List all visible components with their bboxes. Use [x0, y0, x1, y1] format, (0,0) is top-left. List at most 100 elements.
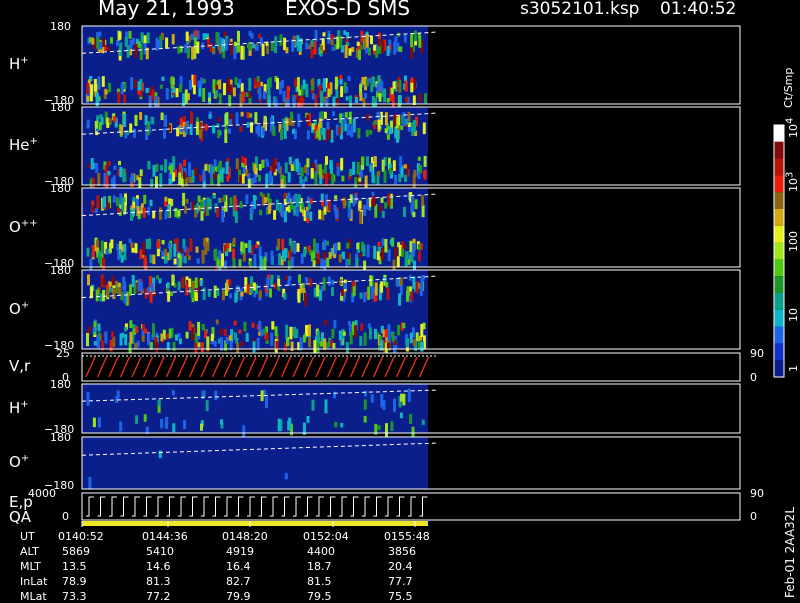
panel-0-pixel — [170, 76, 174, 89]
ephemeris-cell: 13.5 — [62, 560, 87, 573]
panel-3-pixel — [234, 292, 238, 303]
ephemeris-cell: 75.5 — [388, 590, 413, 603]
panel-5-pixel — [334, 421, 338, 428]
panel-2-pixel — [295, 208, 299, 217]
panel-1-pixel — [146, 124, 150, 136]
panel-2-pixel — [255, 244, 259, 249]
panel-0-pixel — [130, 77, 134, 90]
panel-1-pixel — [383, 170, 387, 183]
panel-5-pixel — [205, 400, 209, 412]
panel-1-pixel — [300, 167, 304, 177]
panel-3-pixel — [149, 341, 153, 349]
panel-0-pixel — [128, 31, 132, 39]
panel-3-pixel — [265, 332, 269, 341]
panel-5-pixel — [92, 417, 96, 428]
panel-1-pixel — [199, 174, 203, 182]
panel-2-pixel — [307, 203, 311, 210]
panel-0-pixel — [260, 81, 263, 87]
panel-3-pixel — [102, 278, 106, 285]
panel-1-pixel — [306, 114, 310, 125]
panel-1-pixel — [403, 164, 407, 169]
panel-3-pixel — [387, 342, 390, 350]
panel-3-pixel — [420, 323, 424, 337]
panel-1-pixel — [108, 118, 112, 124]
panel-3-pixel — [409, 332, 413, 344]
panel-3-pixel — [348, 321, 351, 326]
panel-0-pixel — [93, 79, 97, 92]
panel-3-pixel — [111, 331, 114, 338]
panel-1-pixel — [287, 172, 291, 183]
panel-1-pixel — [332, 111, 335, 116]
panel-2-pixel — [143, 255, 147, 268]
panel-0-pixel — [117, 91, 121, 103]
panel-2-pixel — [323, 207, 327, 212]
panel-1-pixel — [225, 161, 229, 175]
panel-0-pixel — [239, 93, 243, 107]
panel-3-pixel — [197, 321, 201, 336]
ephemeris-cell: 77.2 — [146, 590, 171, 603]
panel-0-pixel — [391, 94, 395, 109]
panel-3-pixel — [412, 339, 416, 347]
qa-bar — [82, 521, 428, 526]
panel-0-pixel — [300, 96, 304, 108]
panel-2-pixel — [326, 257, 330, 267]
panel-0-pixel — [335, 89, 339, 99]
panel-1-pixel — [357, 127, 361, 139]
panel-0-pixel — [365, 78, 369, 87]
panel-0-pixel — [215, 90, 219, 97]
panel-1-pixel — [235, 158, 239, 169]
panel-3-pixel — [270, 274, 274, 281]
panel-2-pixel — [338, 254, 342, 263]
panel-2-pixel — [412, 243, 416, 257]
panel-2-pixel — [120, 255, 124, 263]
panel-3-pixel — [352, 286, 356, 296]
panel-3-pixel — [197, 342, 201, 348]
ephemeris-cell: 18.7 — [307, 560, 332, 573]
panel-3-pixel — [333, 319, 337, 329]
panel-0-pixel — [418, 93, 422, 103]
panel-0-pixel — [86, 83, 90, 95]
panel-1-pixel — [224, 129, 228, 143]
panel-3-pixel — [338, 330, 342, 341]
panel-3-pixel — [421, 274, 425, 280]
panel-5-pixel — [411, 426, 415, 438]
panel-1-pixel — [151, 116, 155, 125]
panel-2-pixel — [404, 257, 408, 268]
panel-0-pixel — [97, 76, 101, 90]
panel-3-pixel — [266, 277, 270, 290]
panel-3-pixel — [288, 275, 292, 281]
panel-0-pixel — [392, 81, 396, 89]
panel-1-pixel — [404, 174, 408, 183]
panel-2-pixel — [374, 204, 378, 218]
panel-0-pixel — [296, 77, 300, 91]
panel-2-pixel — [310, 252, 314, 262]
panel-3-pixel — [323, 338, 327, 350]
panel-5-pixel — [143, 414, 147, 422]
panel-1-pixel — [265, 173, 269, 183]
panel-2-pixel — [359, 252, 363, 258]
panel-2-pixel — [377, 241, 381, 247]
panel-2-pixel — [149, 199, 153, 207]
panel-label: O++ — [9, 217, 38, 236]
panel-0-pixel — [237, 30, 240, 43]
panel-3-pixel — [385, 282, 389, 288]
panel-3-pixel — [256, 337, 260, 351]
ephemeris-cell: 79.9 — [226, 590, 251, 603]
panel-1-pixel — [336, 166, 340, 177]
panel-1-pixel — [269, 165, 273, 172]
panel-1-pixel — [245, 169, 249, 177]
panel-0-pixel — [334, 76, 338, 90]
panel-2-pixel — [384, 239, 388, 253]
panel-5-pixel — [160, 418, 164, 429]
panel-2-pixel — [248, 240, 252, 253]
panel-2-pixel — [110, 239, 114, 249]
panel-2-pixel — [197, 195, 201, 203]
panel-1-pixel — [164, 159, 167, 173]
panel-3-pixel — [320, 341, 323, 347]
colorbar-segment — [774, 141, 784, 159]
ephemeris-row-label: MLat — [20, 590, 47, 603]
panel-3-pixel — [305, 277, 309, 283]
panel-1-pixel — [316, 130, 319, 138]
panel-2-pixel — [149, 254, 153, 264]
panel-3-pixel — [289, 326, 293, 340]
